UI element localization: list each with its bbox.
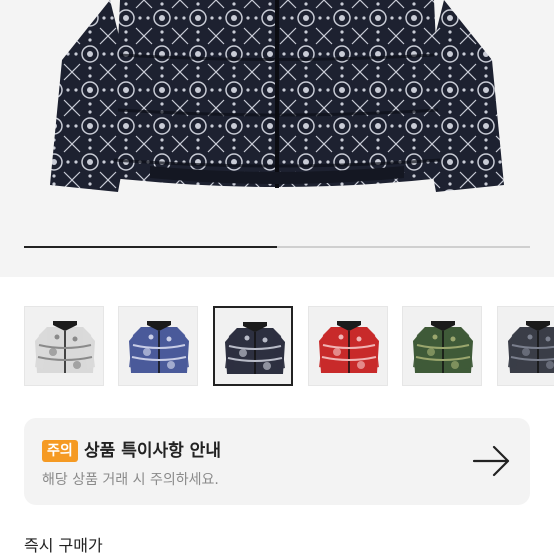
- thumbnail-jacket-image: [225, 322, 285, 374]
- product-image-gallery[interactable]: [0, 0, 554, 277]
- product-thumbnail-strip[interactable]: [0, 306, 554, 392]
- thumb-grey-camo[interactable]: [497, 306, 554, 386]
- product-image: [50, 0, 504, 192]
- gallery-progress-track: [24, 246, 530, 248]
- thumbnail-jacket-image: [508, 321, 554, 373]
- arrow-right-icon[interactable]: [472, 444, 512, 478]
- notice-card[interactable]: 주의 상품 특이사항 안내 해당 상품 거래 시 주의하세요.: [24, 418, 530, 505]
- thumb-camo[interactable]: [402, 306, 482, 386]
- caution-badge: 주의: [42, 440, 78, 462]
- notice-subtitle: 해당 상품 거래 시 주의하세요.: [42, 472, 219, 488]
- instant-buy-price-label: 즉시 구매가: [24, 536, 103, 555]
- thumb-black-bandana[interactable]: [213, 306, 293, 386]
- notice-title: 상품 특이사항 안내: [84, 441, 221, 461]
- thumbnail-jacket-image: [319, 321, 379, 373]
- thumb-white-bandana[interactable]: [24, 306, 104, 386]
- thumb-red-bandana[interactable]: [308, 306, 388, 386]
- gallery-progress-fill: [24, 246, 277, 248]
- thumbnail-jacket-image: [129, 321, 189, 373]
- thumbnail-jacket-image: [413, 321, 473, 373]
- thumbnail-jacket-image: [35, 321, 95, 373]
- thumb-blue-bandana[interactable]: [118, 306, 198, 386]
